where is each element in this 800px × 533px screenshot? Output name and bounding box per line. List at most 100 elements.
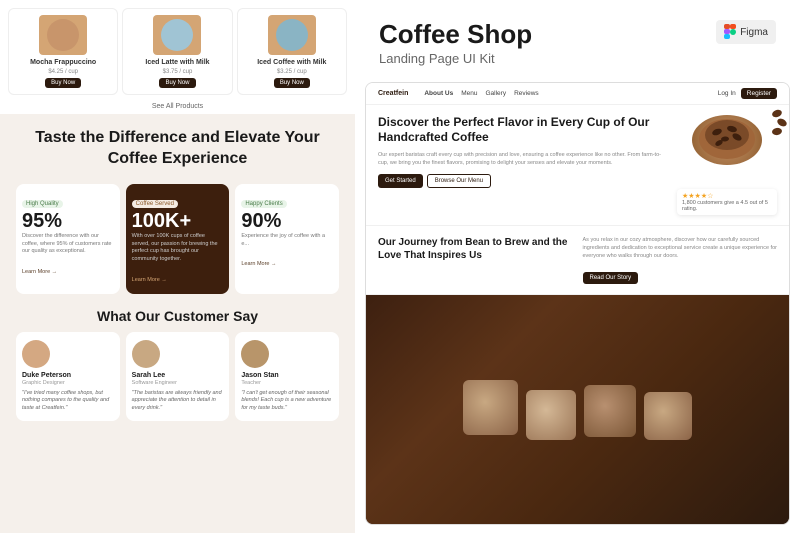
photo-section: [366, 295, 789, 524]
stat-badge-3: Happy Clients: [241, 200, 286, 208]
friend-3: [584, 385, 636, 437]
rating-stars: ★★★★☆: [682, 192, 772, 200]
product-card-1: Mocha Frappuccino $4.25 / cup Buy Now: [8, 8, 118, 95]
left-headline: Taste the Difference and Elevate Your Co…: [16, 128, 339, 170]
stat-card-1: High Quality 95% Discover the difference…: [16, 184, 120, 294]
friend-group: [463, 380, 692, 440]
stat-badge-1: High Quality: [22, 200, 63, 208]
product-image-1: [39, 15, 87, 55]
customer-avatar-1: [22, 340, 50, 368]
learn-more-1[interactable]: Learn More →: [22, 269, 57, 275]
stat-desc-2: With over 100K cups of coffee served, ou…: [132, 233, 224, 264]
register-button[interactable]: Register: [741, 88, 777, 99]
figma-icon: [724, 24, 736, 40]
coffee-bowl-svg: [697, 117, 757, 162]
nav-link-gallery[interactable]: Gallery: [486, 90, 507, 97]
customer-role-3: Teacher: [241, 380, 333, 386]
nav-logo: Creatfein: [378, 90, 408, 97]
left-panel: Mocha Frappuccino $4.25 / cup Buy Now Ic…: [0, 0, 355, 533]
rating-text: 1,800 customers give a 4.5 out of 5 rati…: [682, 200, 772, 212]
stat-badge-2: Coffee Served: [132, 200, 178, 208]
customer-section: What Our Customer Say Duke Peterson Grap…: [16, 308, 339, 421]
stat-card-3: Happy Clients 90% Experience the joy of …: [235, 184, 339, 294]
stat-number-1: 95%: [22, 211, 114, 231]
customer-name-1: Duke Peterson: [22, 372, 114, 379]
right-panel: Coffee Shop Landing Page UI Kit Figma Cr…: [355, 0, 800, 533]
stat-desc-1: Discover the difference with our coffee,…: [22, 233, 114, 256]
customer-review-1: "I've tried many coffee shops, but nothi…: [22, 390, 114, 413]
left-main-content: Taste the Difference and Elevate Your Co…: [0, 114, 355, 533]
customer-name-3: Jason Stan: [241, 372, 333, 379]
hero-section: Discover the Perfect Flavor in Every Cup…: [366, 105, 789, 226]
product-name-1: Mocha Frappuccino: [30, 59, 96, 67]
journey-section: Our Journey from Bean to Brew and the Lo…: [366, 226, 789, 296]
customer-review-2: "The baristas are always friendly and ap…: [132, 390, 224, 413]
stat-number-2: 100K+: [132, 211, 224, 231]
product-price-1: $4.25 / cup: [48, 69, 78, 75]
customer-card-1: Duke Peterson Graphic Designer "I've tri…: [16, 332, 120, 421]
friend-4: [644, 392, 692, 440]
customer-card-2: Sarah Lee Software Engineer "The barista…: [126, 332, 230, 421]
nav-link-about[interactable]: About Us: [424, 90, 453, 97]
product-name-3: Iced Coffee with Milk: [257, 59, 326, 67]
title-area: Coffee Shop Landing Page UI Kit Figma: [355, 0, 800, 82]
read-story-button[interactable]: Read Our Story: [583, 272, 639, 284]
learn-more-2[interactable]: Learn More →: [132, 277, 167, 283]
friends-photo: [366, 295, 789, 524]
page-subtitle: Landing Page UI Kit: [379, 51, 696, 66]
login-button[interactable]: Log In: [718, 90, 736, 97]
rating-box: ★★★★☆ 1,800 customers give a 4.5 out of …: [677, 189, 777, 215]
customer-card-3: Jason Stan Teacher "I can't get enough o…: [235, 332, 339, 421]
stat-card-2: Coffee Served 100K+ With over 100K cups …: [126, 184, 230, 294]
hero-description: Our expert baristas craft every cup with…: [378, 151, 667, 168]
product-price-3: $3.25 / cup: [277, 69, 307, 75]
product-price-2: $3.75 / cup: [163, 69, 193, 75]
journey-right: As you relax in our cozy atmosphere, dis…: [583, 236, 778, 285]
stats-row: High Quality 95% Discover the difference…: [16, 184, 339, 294]
friend-1: [463, 380, 518, 435]
product-image-2: [153, 15, 201, 55]
product-card-2: Iced Latte with Milk $3.75 / cup Buy Now: [122, 8, 232, 95]
customer-name-2: Sarah Lee: [132, 372, 224, 379]
nav-links: About Us Menu Gallery Reviews: [424, 90, 709, 97]
coffee-image: [682, 115, 772, 185]
nav-link-reviews[interactable]: Reviews: [514, 90, 539, 97]
customer-avatar-2: [132, 340, 160, 368]
journey-title: Our Journey from Bean to Brew and the Lo…: [378, 236, 573, 262]
product-card-3: Iced Coffee with Milk $3.25 / cup Buy No…: [237, 8, 347, 95]
customer-section-title: What Our Customer Say: [16, 308, 339, 324]
get-started-button[interactable]: Get Started: [378, 174, 423, 188]
product-row: Mocha Frappuccino $4.25 / cup Buy Now Ic…: [0, 0, 355, 99]
stat-desc-3: Experience the joy of coffee with a e...: [241, 233, 333, 248]
customer-role-2: Software Engineer: [132, 380, 224, 386]
website-preview: Creatfein About Us Menu Gallery Reviews …: [365, 82, 790, 525]
figma-badge: Figma: [716, 20, 776, 44]
customer-cards: Duke Peterson Graphic Designer "I've tri…: [16, 332, 339, 421]
customer-role-1: Graphic Designer: [22, 380, 114, 386]
coffee-bowl: [692, 115, 762, 165]
product-image-3: [268, 15, 316, 55]
browse-menu-button[interactable]: Browse Our Menu: [427, 174, 491, 188]
title-text-block: Coffee Shop Landing Page UI Kit: [379, 20, 696, 66]
nav-link-menu[interactable]: Menu: [461, 90, 477, 97]
journey-description: As you relax in our cozy atmosphere, dis…: [583, 236, 778, 261]
journey-left: Our Journey from Bean to Brew and the Lo…: [378, 236, 573, 285]
see-all-link[interactable]: See All Products: [0, 99, 355, 114]
hero-title: Discover the Perfect Flavor in Every Cup…: [378, 115, 667, 146]
page-title: Coffee Shop: [379, 20, 696, 49]
buy-button-3[interactable]: Buy Now: [274, 78, 310, 88]
product-name-2: Iced Latte with Milk: [145, 59, 209, 67]
buy-button-2[interactable]: Buy Now: [159, 78, 195, 88]
customer-review-3: "I can't get enough of their seasonal bl…: [241, 390, 333, 413]
nav-bar: Creatfein About Us Menu Gallery Reviews …: [366, 83, 789, 105]
customer-avatar-3: [241, 340, 269, 368]
hero-left: Discover the Perfect Flavor in Every Cup…: [378, 115, 667, 215]
learn-more-3[interactable]: Learn More →: [241, 261, 276, 267]
buy-button-1[interactable]: Buy Now: [45, 78, 81, 88]
figma-label: Figma: [740, 27, 768, 38]
hero-right: ★★★★☆ 1,800 customers give a 4.5 out of …: [677, 115, 777, 215]
friend-2: [526, 390, 576, 440]
stat-number-3: 90%: [241, 211, 333, 231]
nav-actions: Log In Register: [718, 88, 777, 99]
hero-buttons: Get Started Browse Our Menu: [378, 174, 667, 188]
